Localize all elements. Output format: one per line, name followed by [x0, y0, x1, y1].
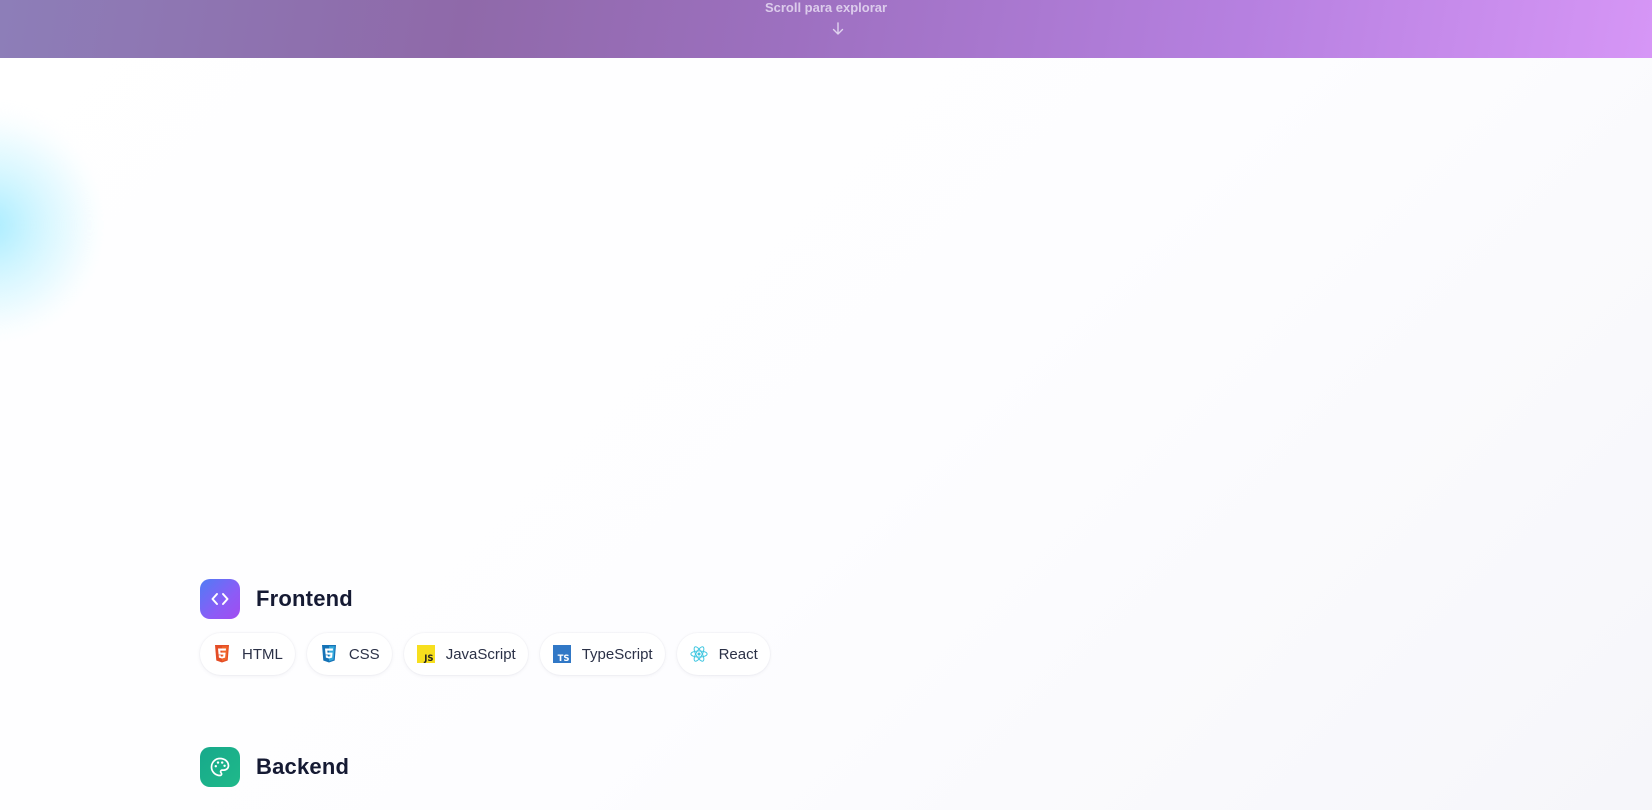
palette-icon: [200, 747, 240, 787]
skill-chip-typescript[interactable]: TS TypeScript: [539, 633, 665, 675]
page: Scroll para explorar Frontend HTML CSS J…: [0, 0, 1652, 810]
skill-chip-html[interactable]: HTML: [200, 633, 295, 675]
skill-chip-react[interactable]: React: [676, 633, 770, 675]
section-header: Backend: [200, 747, 349, 787]
section-title: Backend: [256, 754, 350, 779]
html5-icon: [213, 645, 231, 663]
svg-text:JS: JS: [423, 654, 433, 663]
css3-icon: [320, 645, 338, 663]
skills-section-frontend: Frontend HTML CSS JS JavaScript TS TypeS…: [200, 579, 782, 675]
section-title: Frontend: [256, 586, 353, 611]
skill-label: HTML: [242, 645, 283, 663]
skill-label: JavaScript: [445, 645, 516, 663]
section-header: Frontend: [200, 579, 782, 619]
skills-section-backend: Backend: [200, 747, 349, 787]
code-brackets-icon: [200, 579, 240, 619]
javascript-icon: JS: [416, 645, 435, 663]
skill-label: CSS: [348, 645, 380, 663]
arrow-down-icon[interactable]: [831, 21, 845, 37]
hero-section: Scroll para explorar: [0, 0, 1652, 58]
decorative-glow: [0, 110, 100, 340]
scroll-hint[interactable]: Scroll para explorar: [0, 0, 1652, 15]
svg-text:TS: TS: [557, 654, 569, 663]
typescript-icon: TS: [552, 645, 571, 663]
skill-list: HTML CSS JS JavaScript TS TypeScript Rea…: [200, 633, 782, 675]
skill-label: React: [718, 645, 758, 663]
react-icon: [689, 645, 708, 663]
skill-label: TypeScript: [581, 645, 653, 663]
skill-chip-javascript[interactable]: JS JavaScript: [403, 633, 528, 675]
skill-chip-css[interactable]: CSS: [306, 633, 392, 675]
